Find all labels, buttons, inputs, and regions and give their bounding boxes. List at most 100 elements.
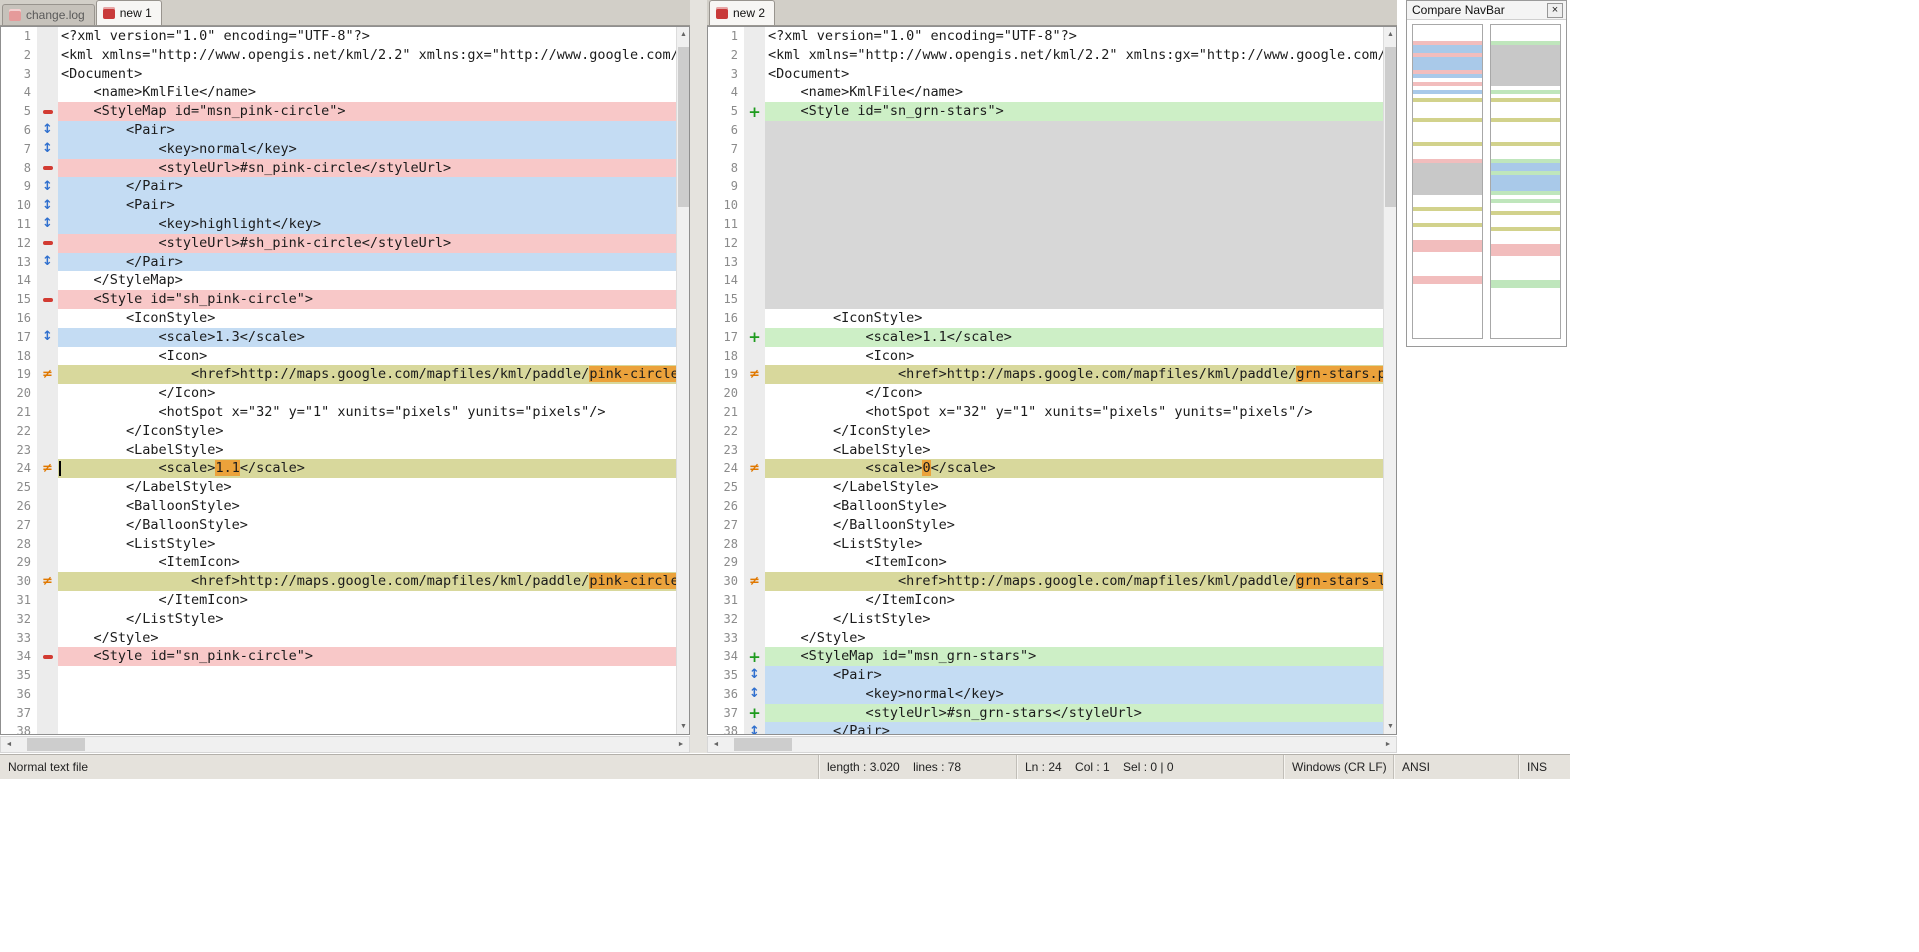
- right-vertical-scrollbar[interactable]: ▲ ▼: [1383, 27, 1396, 734]
- code-text[interactable]: </ListStyle>: [765, 610, 1383, 629]
- code-line: 7: [708, 139, 1383, 159]
- code-text[interactable]: [58, 704, 676, 723]
- code-text[interactable]: </IconStyle>: [58, 422, 676, 441]
- code-text[interactable]: [765, 214, 1383, 234]
- code-text[interactable]: <ListStyle>: [58, 535, 676, 554]
- code-text[interactable]: [765, 120, 1383, 140]
- left-horizontal-scrollbar[interactable]: ◄ ►: [0, 736, 690, 753]
- right-diff-map[interactable]: [1490, 24, 1561, 339]
- code-text[interactable]: </BalloonStyle>: [765, 516, 1383, 535]
- code-text[interactable]: <hotSpot x="32" y="1" xunits="pixels" yu…: [58, 403, 676, 422]
- code-text[interactable]: <ListStyle>: [765, 535, 1383, 554]
- code-text[interactable]: <key>normal</key>: [765, 684, 1383, 704]
- code-text[interactable]: [765, 271, 1383, 291]
- pane-splitter[interactable]: [690, 0, 707, 753]
- code-text[interactable]: <Style id="sn_pink-circle">: [58, 647, 676, 667]
- code-text[interactable]: </Pair>: [58, 252, 676, 272]
- tab-new-1[interactable]: new 1: [95, 0, 162, 25]
- code-text[interactable]: </Style>: [765, 629, 1383, 648]
- tab-new-2[interactable]: new 2: [709, 0, 776, 25]
- code-text[interactable]: <ItemIcon>: [58, 553, 676, 572]
- scroll-up-icon[interactable]: ▲: [1384, 27, 1396, 42]
- code-text[interactable]: </ListStyle>: [58, 610, 676, 629]
- tab-change.log[interactable]: change.log: [2, 4, 95, 25]
- code-text[interactable]: <IconStyle>: [58, 309, 676, 328]
- code-text[interactable]: [58, 685, 676, 704]
- code-text[interactable]: </Icon>: [765, 384, 1383, 403]
- right-hscroll-thumb[interactable]: [734, 738, 792, 751]
- code-text[interactable]: <Document>: [765, 65, 1383, 84]
- code-text[interactable]: <styleUrl>#sh_pink-circle</styleUrl>: [58, 233, 676, 253]
- code-text[interactable]: </IconStyle>: [765, 422, 1383, 441]
- code-text[interactable]: <StyleMap id="msn_grn-stars">: [765, 647, 1383, 667]
- code-text[interactable]: <key>normal</key>: [58, 139, 676, 159]
- code-text[interactable]: [765, 290, 1383, 309]
- code-text[interactable]: <href>http://maps.google.com/mapfiles/km…: [58, 365, 676, 385]
- code-text[interactable]: <?xml version="1.0" encoding="UTF-8"?>: [58, 27, 676, 46]
- code-text[interactable]: <?xml version="1.0" encoding="UTF-8"?>: [765, 27, 1383, 46]
- code-text[interactable]: [765, 196, 1383, 215]
- code-text[interactable]: <LabelStyle>: [58, 441, 676, 460]
- left-vertical-scrollbar[interactable]: ▲ ▼: [676, 27, 689, 734]
- code-text[interactable]: </StyleMap>: [58, 271, 676, 290]
- code-text[interactable]: </ItemIcon>: [765, 591, 1383, 610]
- code-text[interactable]: [58, 666, 676, 685]
- scroll-up-icon[interactable]: ▲: [677, 27, 689, 42]
- code-text[interactable]: </Style>: [58, 629, 676, 648]
- code-text[interactable]: <href>http://maps.google.com/mapfiles/km…: [765, 365, 1383, 385]
- code-text[interactable]: <Pair>: [765, 666, 1383, 685]
- code-text[interactable]: [765, 158, 1383, 178]
- code-text[interactable]: <key>highlight</key>: [58, 214, 676, 234]
- code-text[interactable]: <ItemIcon>: [765, 553, 1383, 572]
- code-text[interactable]: <scale>1.3</scale>: [58, 327, 676, 347]
- scroll-down-icon[interactable]: ▼: [1384, 719, 1396, 734]
- code-text[interactable]: <LabelStyle>: [765, 441, 1383, 460]
- code-text[interactable]: <Icon>: [765, 347, 1383, 366]
- code-text[interactable]: <hotSpot x="32" y="1" xunits="pixels" yu…: [765, 403, 1383, 422]
- code-text[interactable]: </Icon>: [58, 384, 676, 403]
- code-text[interactable]: <href>http://maps.google.com/mapfiles/km…: [58, 572, 676, 591]
- code-text[interactable]: <name>KmlFile</name>: [765, 83, 1383, 102]
- scroll-right-icon[interactable]: ►: [673, 737, 689, 752]
- right-vscroll-thumb[interactable]: [1385, 47, 1396, 207]
- close-icon[interactable]: ×: [1547, 2, 1563, 18]
- code-text[interactable]: [58, 722, 676, 734]
- code-text[interactable]: <Document>: [58, 65, 676, 84]
- code-text[interactable]: [765, 177, 1383, 197]
- right-horizontal-scrollbar[interactable]: ◄ ►: [707, 736, 1397, 753]
- code-text[interactable]: <name>KmlFile</name>: [58, 83, 676, 102]
- code-text[interactable]: <href>http://maps.google.com/mapfiles/km…: [765, 572, 1383, 591]
- code-text[interactable]: <scale>0</scale>: [765, 459, 1383, 479]
- left-hscroll-thumb[interactable]: [27, 738, 85, 751]
- scroll-left-icon[interactable]: ◄: [708, 737, 724, 752]
- code-text[interactable]: [765, 233, 1383, 253]
- left-diff-map[interactable]: [1412, 24, 1483, 339]
- code-text[interactable]: <Icon>: [58, 347, 676, 366]
- code-text[interactable]: <Pair>: [58, 196, 676, 215]
- code-text[interactable]: </LabelStyle>: [765, 478, 1383, 497]
- code-text[interactable]: <StyleMap id="msn_pink-circle">: [58, 102, 676, 121]
- scroll-right-icon[interactable]: ►: [1380, 737, 1396, 752]
- code-text[interactable]: <Pair>: [58, 120, 676, 140]
- code-text[interactable]: <Style id="sn_grn-stars">: [765, 102, 1383, 121]
- code-text[interactable]: <kml xmlns="http://www.opengis.net/kml/2…: [765, 46, 1383, 65]
- code-text[interactable]: [765, 252, 1383, 272]
- code-text[interactable]: </Pair>: [765, 722, 1383, 734]
- code-text[interactable]: <IconStyle>: [765, 309, 1383, 328]
- code-text[interactable]: </BalloonStyle>: [58, 516, 676, 535]
- code-text[interactable]: </Pair>: [58, 177, 676, 197]
- code-text[interactable]: <BalloonStyle>: [58, 497, 676, 516]
- code-text[interactable]: <scale>1.1</scale>: [765, 327, 1383, 347]
- code-text[interactable]: <Style id="sh_pink-circle">: [58, 290, 676, 309]
- code-text[interactable]: <styleUrl>#sn_grn-stars</styleUrl>: [765, 703, 1383, 723]
- code-text[interactable]: <kml xmlns="http://www.opengis.net/kml/2…: [58, 46, 676, 65]
- code-text[interactable]: <scale>1.1</scale>: [58, 459, 676, 479]
- code-text[interactable]: <BalloonStyle>: [765, 497, 1383, 516]
- code-text[interactable]: <styleUrl>#sn_pink-circle</styleUrl>: [58, 158, 676, 178]
- code-text[interactable]: </LabelStyle>: [58, 478, 676, 497]
- code-text[interactable]: [765, 139, 1383, 159]
- scroll-left-icon[interactable]: ◄: [1, 737, 17, 752]
- code-text[interactable]: </ItemIcon>: [58, 591, 676, 610]
- left-vscroll-thumb[interactable]: [678, 47, 689, 207]
- scroll-down-icon[interactable]: ▼: [677, 719, 689, 734]
